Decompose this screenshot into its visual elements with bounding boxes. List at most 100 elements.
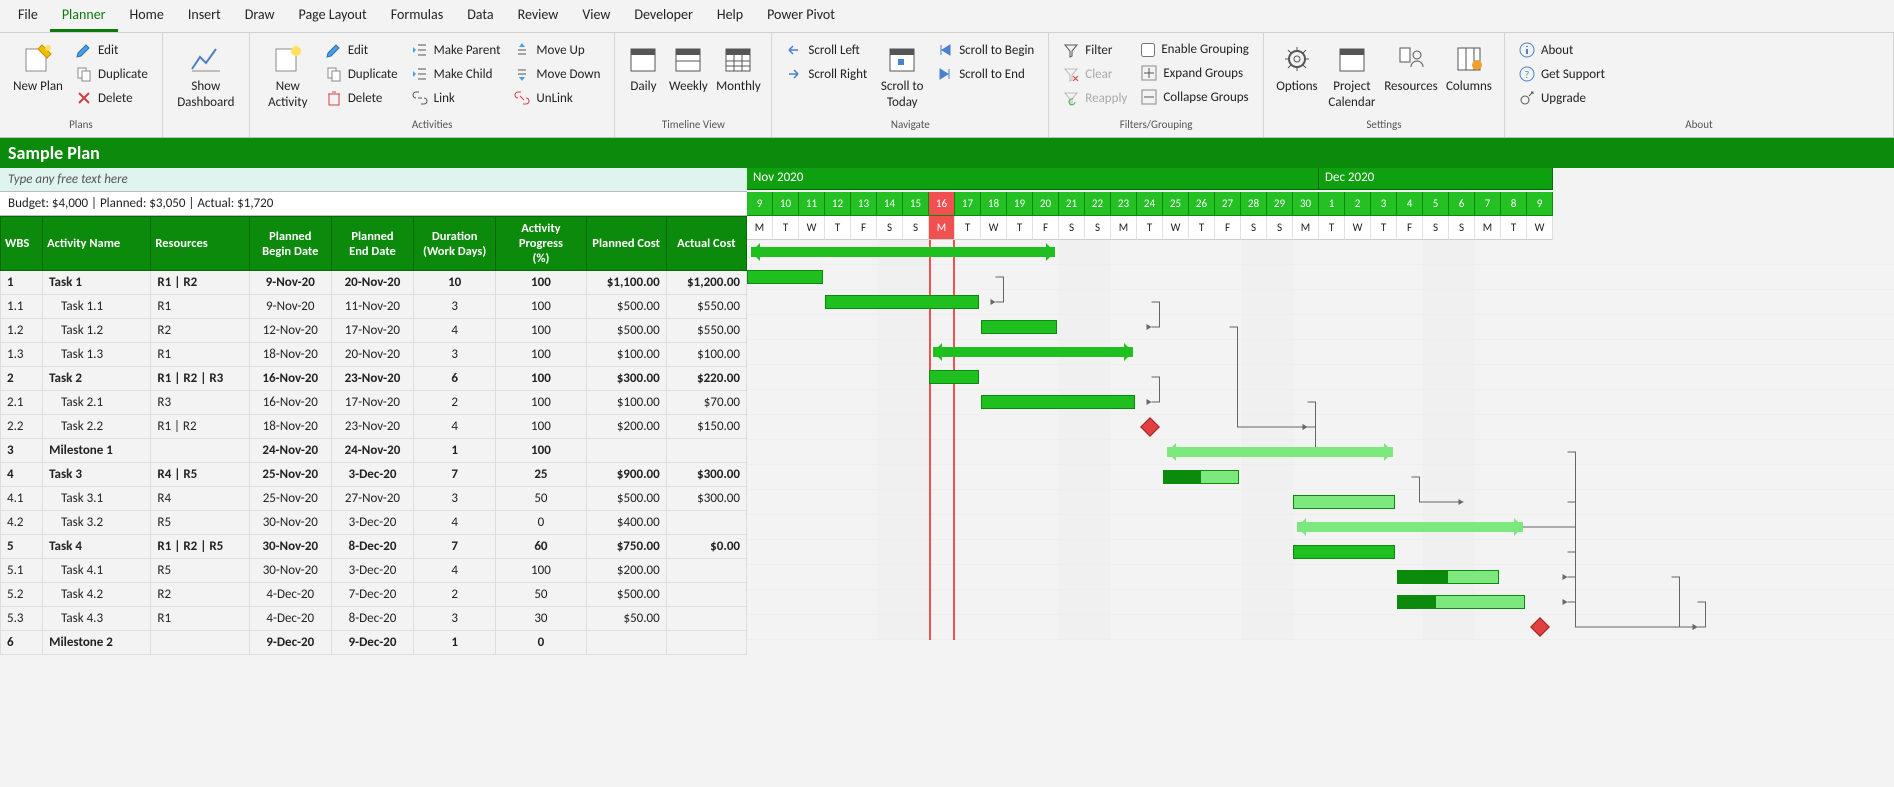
gantt-row[interactable] (747, 440, 1894, 465)
task-bar[interactable] (1397, 595, 1525, 609)
new-activity-button[interactable]: New Activity (258, 39, 318, 114)
gantt-row[interactable] (747, 390, 1894, 415)
task-bar[interactable] (747, 270, 823, 284)
gantt-row[interactable] (747, 590, 1894, 615)
table-row[interactable]: 5Task 4R1 | R2 | R530-Nov-208-Dec-20760$… (1, 535, 747, 559)
task-bar[interactable] (1293, 495, 1395, 509)
menu-developer[interactable]: Developer (622, 0, 704, 32)
make-parent-button[interactable]: Make Parent (406, 39, 507, 61)
gantt-row[interactable] (747, 265, 1894, 290)
link-button[interactable]: Link (406, 87, 507, 109)
about-button[interactable]: About (1513, 39, 1611, 61)
collapse-groups-button[interactable]: Collapse Groups (1135, 86, 1255, 108)
reapply-filter-button[interactable]: Reapply (1057, 87, 1133, 109)
task-bar[interactable] (825, 295, 979, 309)
task-grid[interactable]: WBSActivity NameResourcesPlanned Begin D… (0, 216, 747, 655)
gantt-row[interactable] (747, 515, 1894, 540)
weekly-button[interactable]: Weekly (665, 39, 711, 99)
gantt-row[interactable] (747, 565, 1894, 590)
table-row[interactable]: 5.2Task 4.2R24-Dec-207-Dec-20250$500.00 (1, 583, 747, 607)
show-dashboard-button[interactable]: Show Dashboard (171, 39, 241, 114)
gantt-row[interactable] (747, 540, 1894, 565)
duplicate-activity-button[interactable]: Duplicate (320, 63, 404, 85)
new-plan-button[interactable]: New Plan (8, 39, 68, 99)
col-header[interactable]: Duration (Work Days) (414, 217, 496, 271)
columns-button[interactable]: Columns (1442, 39, 1496, 99)
task-bar[interactable] (981, 395, 1135, 409)
col-header[interactable]: Planned Begin Date (249, 217, 331, 271)
menu-formulas[interactable]: Formulas (379, 0, 455, 32)
col-header[interactable]: Activity Progress (%) (496, 217, 586, 271)
summary-bar[interactable] (1167, 447, 1393, 457)
task-bar[interactable] (981, 320, 1057, 334)
menu-power-pivot[interactable]: Power Pivot (755, 0, 847, 32)
table-row[interactable]: 5.3Task 4.3R14-Dec-208-Dec-20330$50.00 (1, 607, 747, 631)
table-row[interactable]: 1Task 1R1 | R29-Nov-2020-Nov-2010100$1,1… (1, 271, 747, 295)
edit-activity-button[interactable]: Edit (320, 39, 404, 61)
col-header[interactable]: Activity Name (43, 217, 151, 271)
table-row[interactable]: 2.2Task 2.2R1 | R218-Nov-2023-Nov-204100… (1, 415, 747, 439)
move-down-button[interactable]: Move Down (508, 63, 606, 85)
enable-grouping-checkbox[interactable]: Enable Grouping (1135, 39, 1255, 60)
make-child-button[interactable]: Make Child (406, 63, 507, 85)
delete-activity-button[interactable]: Delete (320, 87, 404, 109)
col-header[interactable]: Resources (151, 217, 249, 271)
duplicate-plan-button[interactable]: Duplicate (70, 63, 154, 85)
gantt-row[interactable] (747, 465, 1894, 490)
scroll-left-button[interactable]: Scroll Left (780, 39, 873, 61)
menu-view[interactable]: View (570, 0, 622, 32)
options-button[interactable]: Options (1272, 39, 1322, 99)
scroll-begin-button[interactable]: Scroll to Begin (931, 39, 1040, 61)
task-bar[interactable] (1163, 470, 1239, 484)
unlink-button[interactable]: UnLink (508, 87, 606, 109)
menu-insert[interactable]: Insert (176, 0, 233, 32)
menu-file[interactable]: File (6, 0, 50, 32)
table-row[interactable]: 3Milestone 124-Nov-2024-Nov-201100 (1, 439, 747, 463)
menu-data[interactable]: Data (455, 0, 505, 32)
gantt-row[interactable] (747, 415, 1894, 440)
scroll-right-button[interactable]: Scroll Right (780, 63, 873, 85)
task-bar[interactable] (1293, 545, 1395, 559)
table-row[interactable]: 2Task 2R1 | R2 | R316-Nov-2023-Nov-20610… (1, 367, 747, 391)
delete-plan-button[interactable]: Delete (70, 87, 154, 109)
scroll-today-button[interactable]: Scroll to Today (875, 39, 929, 114)
table-row[interactable]: 2.1Task 2.1R316-Nov-2017-Nov-202100$100.… (1, 391, 747, 415)
table-row[interactable]: 4.1Task 3.1R425-Nov-2027-Nov-20350$500.0… (1, 487, 747, 511)
gantt-row[interactable] (747, 290, 1894, 315)
gantt-row[interactable] (747, 240, 1894, 265)
clear-filter-button[interactable]: Clear (1057, 63, 1133, 85)
menu-page-layout[interactable]: Page Layout (287, 0, 379, 32)
summary-bar[interactable] (933, 347, 1133, 357)
scroll-end-button[interactable]: Scroll to End (931, 63, 1040, 85)
task-bar[interactable] (1397, 570, 1499, 584)
move-up-button[interactable]: Move Up (508, 39, 606, 61)
daily-button[interactable]: Daily (623, 39, 663, 99)
gantt-row[interactable] (747, 490, 1894, 515)
expand-groups-button[interactable]: Expand Groups (1135, 62, 1255, 84)
gantt-chart[interactable]: MTWTFSSMTWTFSSMTWTFSSMTWTFSSMTW (747, 216, 1894, 655)
resources-button[interactable]: Resources (1382, 39, 1440, 99)
menu-draw[interactable]: Draw (233, 0, 287, 32)
table-row[interactable]: 4.2Task 3.2R530-Nov-203-Dec-2040$400.00 (1, 511, 747, 535)
table-row[interactable]: 1.1Task 1.1R19-Nov-2011-Nov-203100$500.0… (1, 295, 747, 319)
gantt-row[interactable] (747, 365, 1894, 390)
milestone-marker[interactable] (1140, 417, 1160, 437)
milestone-marker[interactable] (1530, 617, 1550, 637)
table-row[interactable]: 4Task 3R4 | R525-Nov-203-Dec-20725$900.0… (1, 463, 747, 487)
table-row[interactable]: 6Milestone 29-Dec-209-Dec-2010 (1, 631, 747, 655)
summary-bar[interactable] (751, 247, 1055, 257)
menu-planner[interactable]: Planner (50, 0, 118, 32)
table-row[interactable]: 1.3Task 1.3R118-Nov-2020-Nov-203100$100.… (1, 343, 747, 367)
gantt-row[interactable] (747, 340, 1894, 365)
project-calendar-button[interactable]: Project Calendar (1324, 39, 1380, 114)
gantt-row[interactable] (747, 315, 1894, 340)
task-bar[interactable] (929, 370, 979, 384)
col-header[interactable]: Planned Cost (586, 217, 666, 271)
menu-review[interactable]: Review (506, 0, 571, 32)
col-header[interactable]: Actual Cost (666, 217, 746, 271)
menu-help[interactable]: Help (705, 0, 755, 32)
upgrade-button[interactable]: Upgrade (1513, 87, 1611, 109)
summary-bar[interactable] (1297, 522, 1523, 532)
free-text-input[interactable]: Type any free text here (0, 168, 747, 192)
col-header[interactable]: WBS (1, 217, 43, 271)
